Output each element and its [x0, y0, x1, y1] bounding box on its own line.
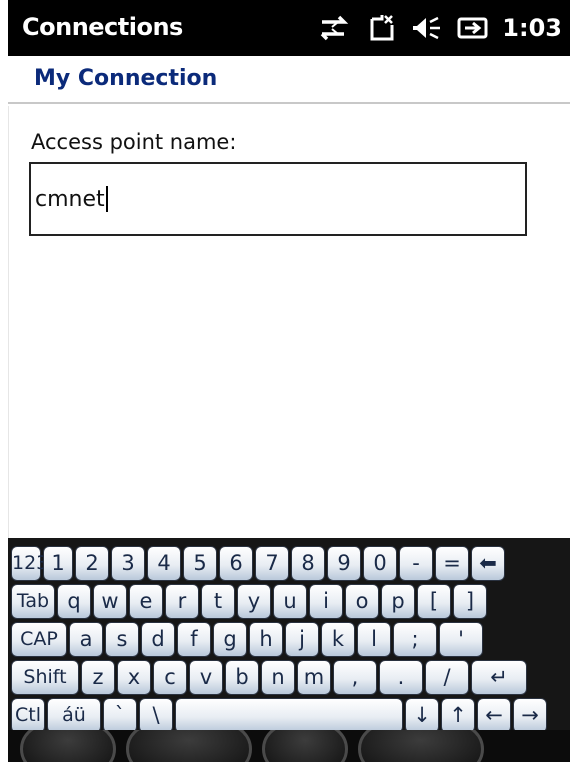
key-shift[interactable]: Shift	[11, 660, 79, 695]
key-i[interactable]: i	[309, 584, 343, 619]
key-0[interactable]: 0	[363, 546, 397, 581]
key-t[interactable]: t	[201, 584, 235, 619]
key-backspace[interactable]: ⬅	[471, 546, 505, 581]
key-minus[interactable]: -	[399, 546, 433, 581]
key-k[interactable]: k	[321, 622, 355, 657]
signal-off-icon[interactable]	[364, 13, 398, 43]
content-area: Access point name: cmnet	[8, 106, 570, 538]
key-9[interactable]: 9	[327, 546, 361, 581]
key-slash[interactable]: /	[425, 660, 469, 695]
key-f[interactable]: f	[177, 622, 211, 657]
key-6[interactable]: 6	[219, 546, 253, 581]
key-r[interactable]: r	[165, 584, 199, 619]
key-g[interactable]: g	[213, 622, 247, 657]
key-b[interactable]: b	[225, 660, 259, 695]
key-l[interactable]: l	[357, 622, 391, 657]
key-semicolon[interactable]: ;	[393, 622, 437, 657]
data-transfer-icon[interactable]	[318, 13, 352, 43]
key-x[interactable]: x	[117, 660, 151, 695]
key-m[interactable]: m	[297, 660, 331, 695]
key-c[interactable]: c	[153, 660, 187, 695]
page-header: My Connection	[8, 56, 570, 104]
battery-icon[interactable]	[456, 13, 490, 43]
key-8[interactable]: 8	[291, 546, 325, 581]
key-3[interactable]: 3	[111, 546, 145, 581]
key-o[interactable]: o	[345, 584, 379, 619]
app-title[interactable]: Connections	[22, 13, 183, 41]
key-backslash[interactable]: \	[139, 698, 173, 733]
key-space[interactable]	[175, 698, 403, 733]
key-v[interactable]: v	[189, 660, 223, 695]
access-point-label: Access point name:	[31, 130, 237, 154]
key-equals[interactable]: =	[435, 546, 469, 581]
key-z[interactable]: z	[81, 660, 115, 695]
key-accents[interactable]: áü	[47, 698, 101, 733]
keyboard-row-4: Shift z x c v b n m , . / ↵	[8, 660, 570, 698]
soft-keyboard: 123 1 2 3 4 5 6 7 8 9 0 - = ⬅ Tab q w e …	[8, 538, 570, 733]
key-q[interactable]: q	[57, 584, 91, 619]
key-p[interactable]: p	[381, 584, 415, 619]
keyboard-row-3: CAP a s d f g h j k l ; '	[8, 622, 570, 660]
key-apostrophe[interactable]: '	[439, 622, 483, 657]
keyboard-toggle-button[interactable]	[262, 730, 348, 762]
keyboard-row-1: 123 1 2 3 4 5 6 7 8 9 0 - = ⬅	[8, 546, 570, 584]
key-n[interactable]: n	[261, 660, 295, 695]
soft-button-bar	[8, 730, 570, 762]
key-5[interactable]: 5	[183, 546, 217, 581]
key-backtick[interactable]: `	[103, 698, 137, 733]
speaker-icon[interactable]	[410, 13, 444, 43]
key-y[interactable]: y	[237, 584, 271, 619]
key-right-bracket[interactable]: ]	[453, 584, 487, 619]
key-arrow-down[interactable]: ↓	[405, 698, 439, 733]
start-button[interactable]	[20, 730, 116, 762]
key-arrow-up[interactable]: ↑	[441, 698, 475, 733]
key-2[interactable]: 2	[75, 546, 109, 581]
key-e[interactable]: e	[129, 584, 163, 619]
key-caps[interactable]: CAP	[11, 622, 67, 657]
key-w[interactable]: w	[93, 584, 127, 619]
key-arrow-right[interactable]: →	[513, 698, 547, 733]
key-1[interactable]: 1	[43, 546, 73, 581]
status-icons: 1:03	[318, 10, 562, 46]
key-ctrl[interactable]: Ctl	[11, 698, 45, 733]
access-point-input[interactable]: cmnet	[29, 162, 527, 236]
key-h[interactable]: h	[249, 622, 283, 657]
key-u[interactable]: u	[273, 584, 307, 619]
key-s[interactable]: s	[105, 622, 139, 657]
key-123[interactable]: 123	[11, 546, 48, 581]
key-comma[interactable]: ,	[333, 660, 377, 695]
key-arrow-left[interactable]: ←	[477, 698, 511, 733]
status-bar: Connections 1:03	[8, 0, 570, 56]
page-title: My Connection	[34, 66, 218, 91]
text-caret	[105, 186, 108, 212]
access-point-value: cmnet	[35, 186, 105, 212]
key-d[interactable]: d	[141, 622, 175, 657]
clock[interactable]: 1:03	[502, 14, 562, 42]
right-soft-key[interactable]	[358, 730, 484, 762]
key-left-bracket[interactable]: [	[417, 584, 451, 619]
key-j[interactable]: j	[285, 622, 319, 657]
key-7[interactable]: 7	[255, 546, 289, 581]
keyboard-row-2: Tab q w e r t y u i o p [ ]	[8, 584, 570, 622]
key-a[interactable]: a	[69, 622, 103, 657]
key-period[interactable]: .	[379, 660, 423, 695]
left-soft-key[interactable]	[126, 730, 252, 762]
key-tab[interactable]: Tab	[11, 584, 55, 619]
key-enter[interactable]: ↵	[471, 660, 527, 695]
key-4[interactable]: 4	[147, 546, 181, 581]
